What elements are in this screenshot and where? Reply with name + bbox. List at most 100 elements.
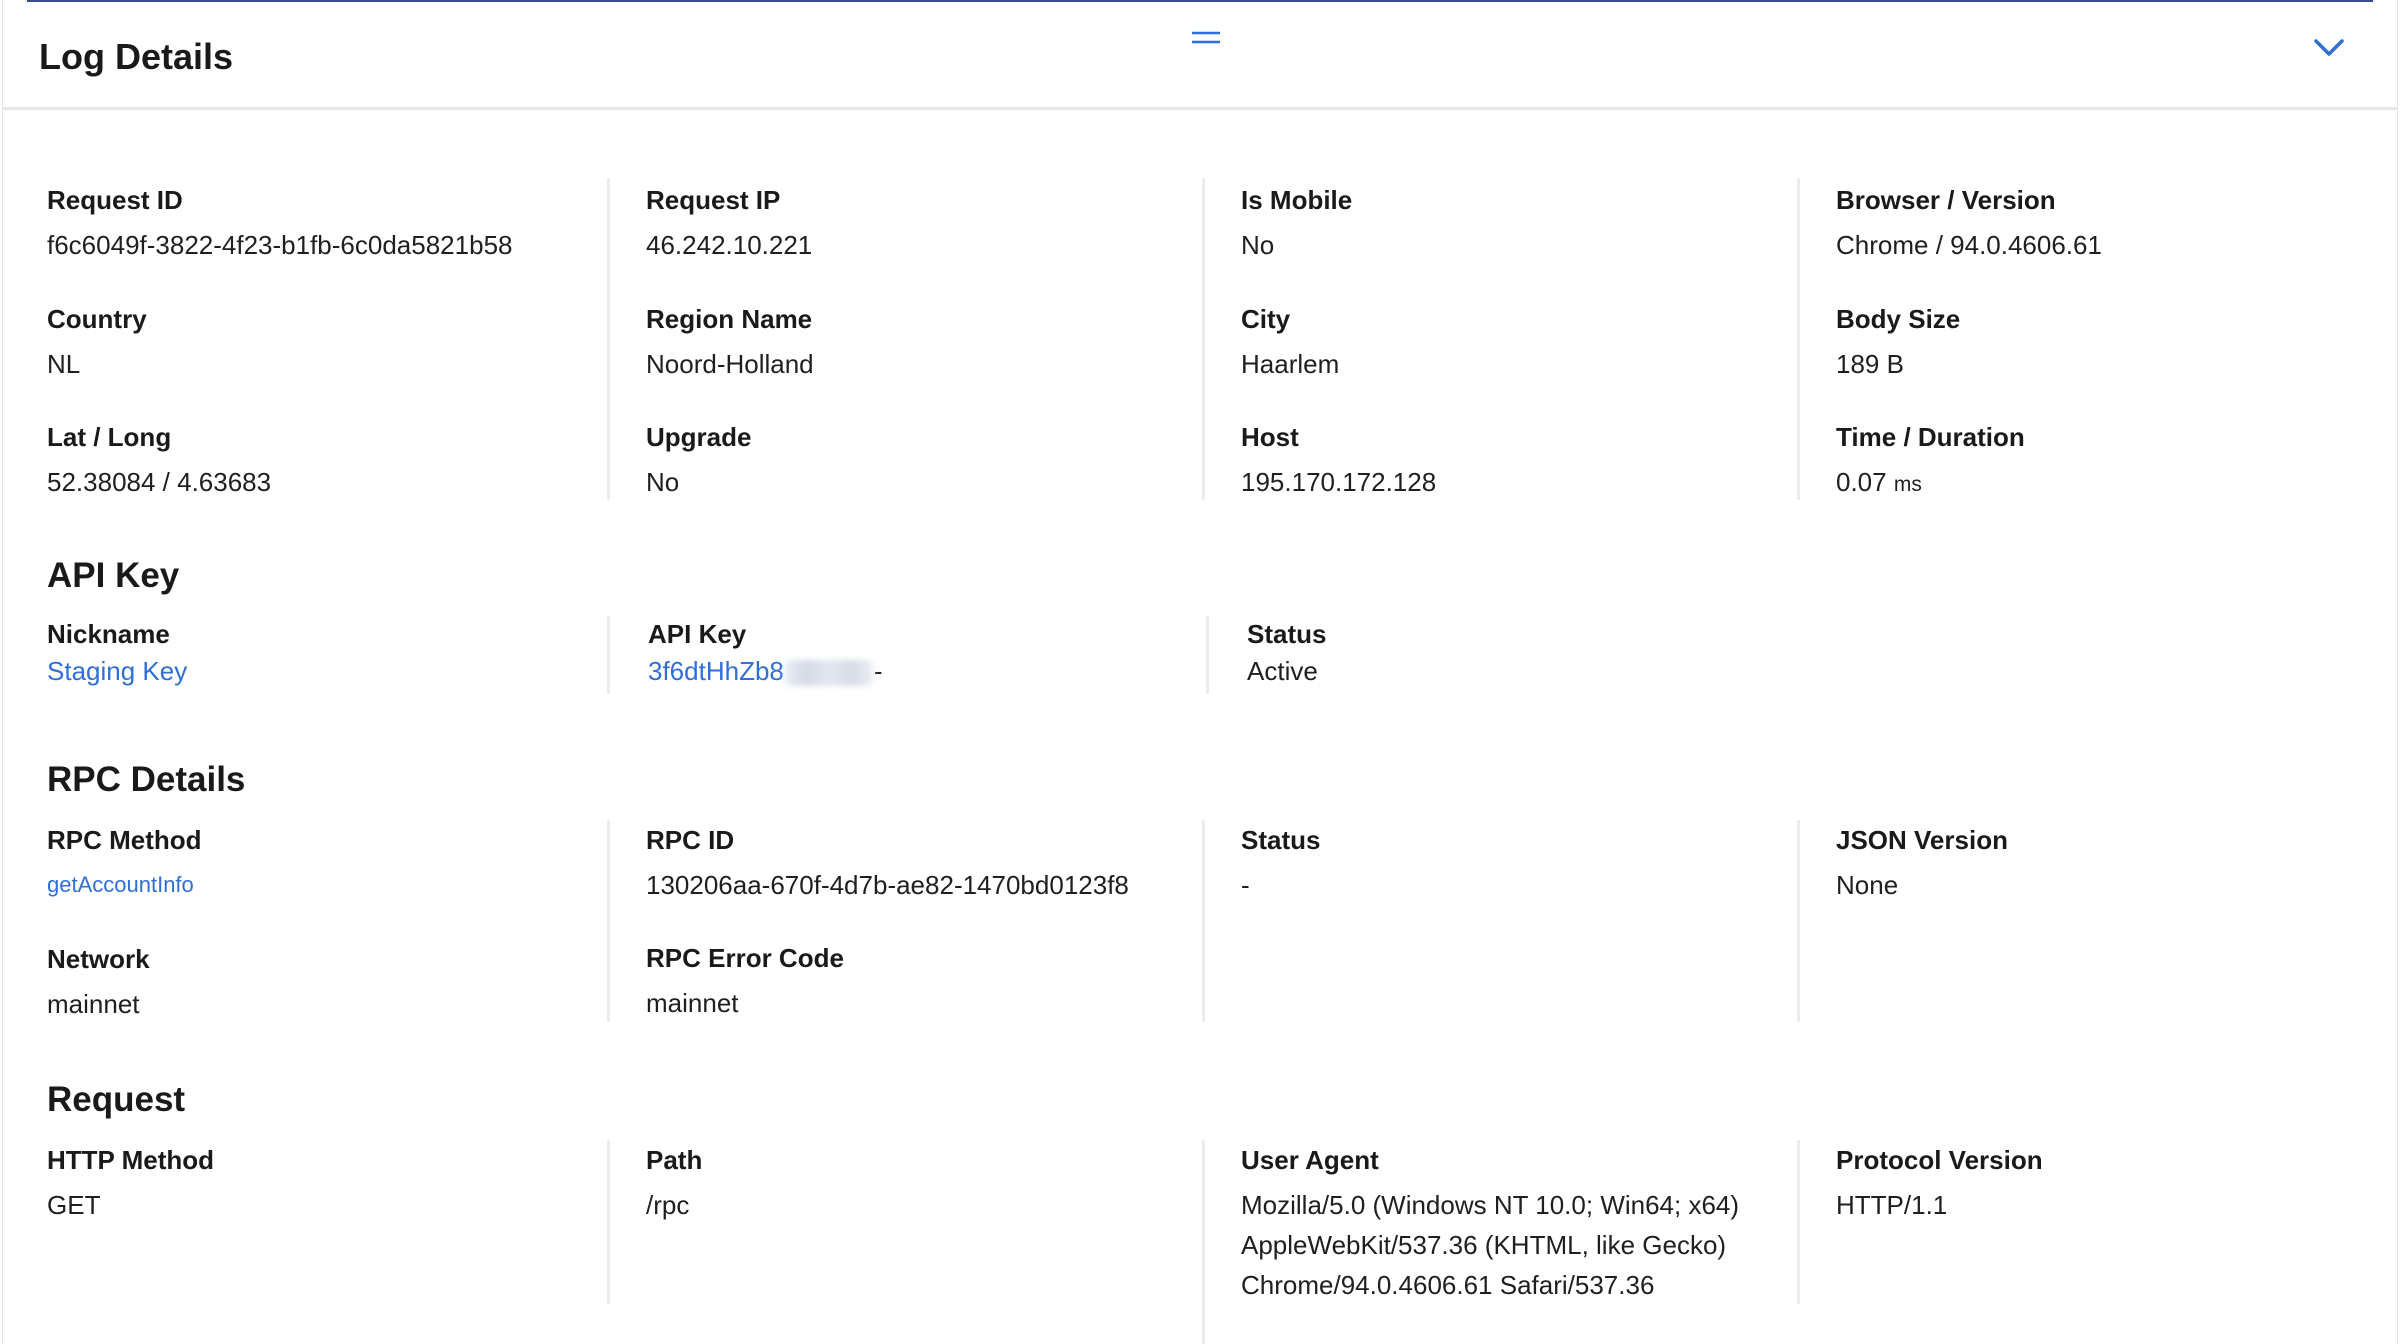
column-divider <box>1202 1140 1205 1344</box>
field-value: mainnet <box>47 989 140 1019</box>
field-value: Mozilla/5.0 (Windows NT 10.0; Win64; x64… <box>1241 1185 1739 1305</box>
field-label: Country <box>47 304 147 334</box>
api-key-link[interactable]: 3f6dtHhZb8 - <box>648 651 883 691</box>
field-network: Network mainnet <box>47 942 150 1024</box>
field-city: City Haarlem <box>1241 302 1339 384</box>
column-divider <box>607 820 610 1022</box>
field-label: Upgrade <box>646 422 752 452</box>
field-value: No <box>646 467 680 497</box>
field-label: HTTP Method <box>47 1145 215 1175</box>
field-value: NL <box>47 349 81 379</box>
field-label: Region Name <box>646 304 813 334</box>
field-label: Network <box>47 944 150 974</box>
field-value: 195.170.172.128 <box>1241 467 1437 497</box>
field-label: RPC Error Code <box>646 943 844 973</box>
field-lat-long: Lat / Long 52.38084 / 4.63683 <box>47 420 271 502</box>
drag-handle-icon[interactable] <box>1191 26 1221 50</box>
section-title-rpc-details: RPC Details <box>47 760 246 799</box>
field-label: User Agent <box>1241 1145 1379 1175</box>
field-upgrade: Upgrade No <box>646 420 751 502</box>
field-path: Path /rpc <box>646 1143 702 1225</box>
field-rpc-id: RPC ID 130206aa-670f-4d7b-ae82-1470bd012… <box>646 823 1129 905</box>
field-label: API Key <box>648 619 747 649</box>
field-label: RPC Method <box>47 825 202 855</box>
field-value: 0.07 ms <box>1836 462 2025 505</box>
field-value: No <box>1241 230 1275 260</box>
api-key-redacted-part <box>784 660 873 687</box>
field-value: - <box>1241 870 1250 900</box>
field-value: HTTP/1.1 <box>1836 1190 1948 1220</box>
field-rpc-status: Status - <box>1241 823 1320 905</box>
page-title: Log Details <box>39 36 234 77</box>
rpc-method-link[interactable]: getAccountInfo <box>47 865 202 905</box>
field-json-version: JSON Version None <box>1836 823 2008 905</box>
section-title-request: Request <box>47 1080 186 1119</box>
api-key-suffix: - <box>873 656 883 686</box>
duration-number: 0.07 <box>1836 467 1887 497</box>
field-value: Chrome / 94.0.4606.61 <box>1836 230 2102 260</box>
user-agent-line: Chrome/94.0.4606.61 Safari/537.36 <box>1241 1270 1655 1300</box>
user-agent-line: AppleWebKit/537.36 (KHTML, like Gecko) <box>1241 1230 1727 1260</box>
duration-unit: ms <box>1893 473 1922 496</box>
field-browser-version: Browser / Version Chrome / 94.0.4606.61 <box>1836 183 2102 265</box>
column-divider <box>1797 1140 1800 1304</box>
column-divider <box>607 178 610 500</box>
column-divider <box>1797 820 1800 1022</box>
field-value: None <box>1836 870 1899 900</box>
field-label: RPC ID <box>646 825 735 855</box>
field-value: Active <box>1247 656 1318 686</box>
field-label: Path <box>646 1145 703 1175</box>
section-title-api-key: API Key <box>47 556 180 595</box>
log-details-panel: Log Details Request ID f6c6049f-3822-4f2… <box>2 0 2398 1344</box>
field-host: Host 195.170.172.128 <box>1241 420 1436 502</box>
nickname-link[interactable]: Staging Key <box>47 651 187 691</box>
column-divider <box>1206 616 1209 694</box>
field-user-agent: User Agent Mozilla/5.0 (Windows NT 10.0;… <box>1241 1143 1739 1305</box>
field-label: Nickname <box>47 619 170 649</box>
field-label: Body Size <box>1836 304 1961 334</box>
field-region-name: Region Name Noord-Holland <box>646 302 814 384</box>
field-api-key: API Key 3f6dtHhZb8 - <box>648 617 883 691</box>
field-country: Country NL <box>47 302 147 384</box>
field-value: /rpc <box>646 1190 690 1220</box>
field-label: Status <box>1241 825 1321 855</box>
user-agent-line: Mozilla/5.0 (Windows NT 10.0; Win64; x64… <box>1241 1190 1740 1220</box>
field-label: Request ID <box>47 185 183 215</box>
field-label: Browser / Version <box>1836 185 2056 215</box>
field-value: 52.38084 / 4.63683 <box>47 467 272 497</box>
field-value: mainnet <box>646 988 739 1018</box>
field-label: Status <box>1247 619 1327 649</box>
field-label: JSON Version <box>1836 825 2008 855</box>
field-time-duration: Time / Duration 0.07 ms <box>1836 420 2025 505</box>
panel-header: Log Details <box>3 2 2397 110</box>
field-label: Lat / Long <box>47 422 172 452</box>
column-divider <box>1797 178 1800 500</box>
field-value: 189 B <box>1836 349 1904 379</box>
field-protocol-version: Protocol Version HTTP/1.1 <box>1836 1143 2043 1225</box>
chevron-down-icon[interactable] <box>2311 32 2347 62</box>
field-body-size: Body Size 189 B <box>1836 302 1960 384</box>
field-label: Host <box>1241 422 1299 452</box>
field-api-key-status: Status Active <box>1247 617 1326 691</box>
field-value: f6c6049f-3822-4f23-b1fb-6c0da5821b58 <box>47 230 513 260</box>
field-http-method: HTTP Method GET <box>47 1143 214 1225</box>
field-value: 46.242.10.221 <box>646 230 813 260</box>
field-value: 130206aa-670f-4d7b-ae82-1470bd0123f8 <box>646 870 1129 900</box>
field-value: Noord-Holland <box>646 349 814 379</box>
field-rpc-error-code: RPC Error Code mainnet <box>646 941 844 1023</box>
field-request-ip: Request IP 46.242.10.221 <box>646 183 812 265</box>
field-value: GET <box>47 1190 101 1220</box>
column-divider <box>607 1140 610 1304</box>
field-label: Protocol Version <box>1836 1145 2043 1175</box>
field-label: City <box>1241 304 1291 334</box>
field-request-id: Request ID f6c6049f-3822-4f23-b1fb-6c0da… <box>47 183 513 265</box>
column-divider <box>1202 178 1205 500</box>
field-label: Is Mobile <box>1241 185 1353 215</box>
column-divider <box>607 616 610 694</box>
column-divider <box>1202 820 1205 1022</box>
field-label: Request IP <box>646 185 781 215</box>
field-rpc-method: RPC Method getAccountInfo <box>47 823 202 905</box>
field-nickname: Nickname Staging Key <box>47 617 187 691</box>
api-key-visible-part: 3f6dtHhZb8 <box>648 656 784 686</box>
field-label: Time / Duration <box>1836 422 2025 452</box>
